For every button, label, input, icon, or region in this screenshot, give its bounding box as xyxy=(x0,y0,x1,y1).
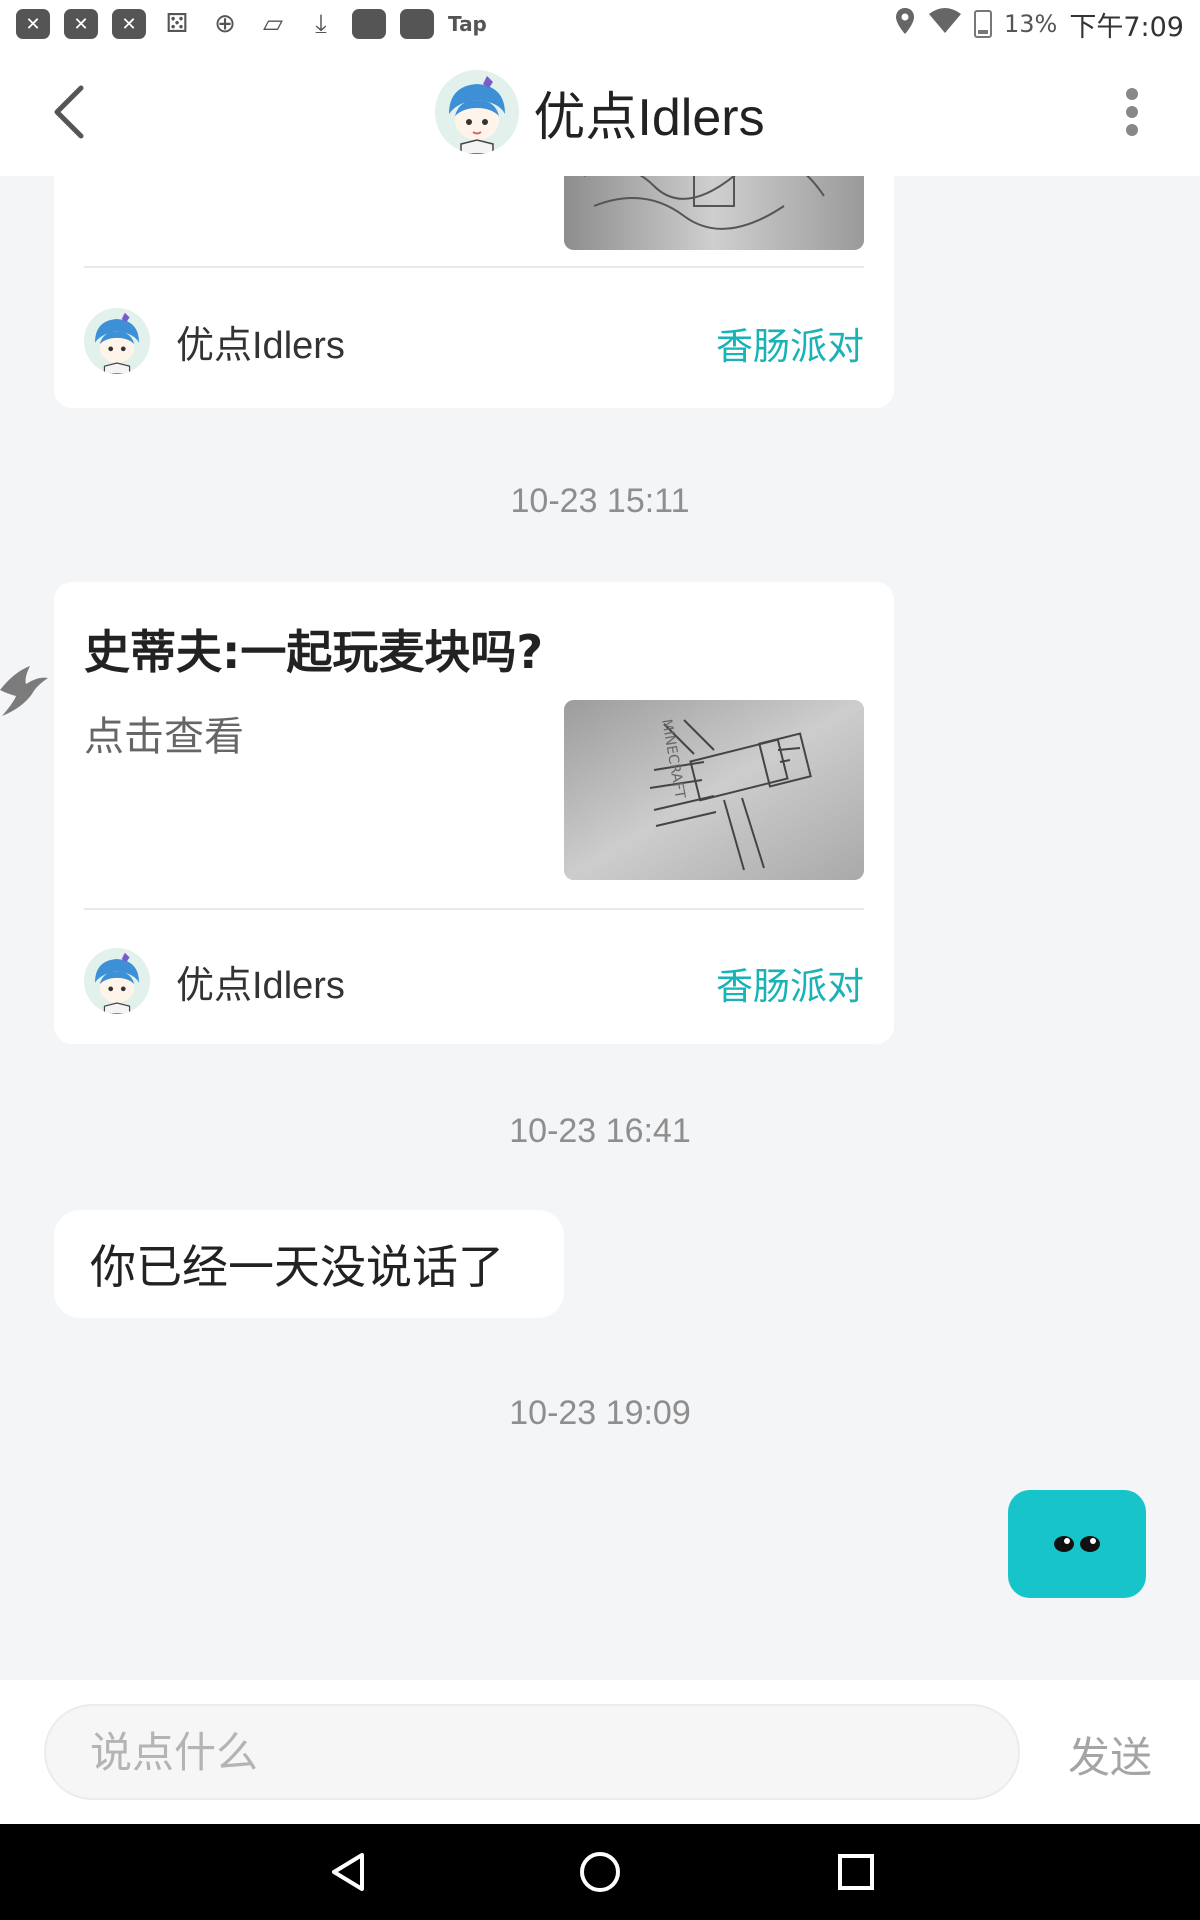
input-bar: 发送 xyxy=(0,1680,1200,1824)
author-avatar[interactable] xyxy=(84,308,150,374)
chat-title: 优点Idlers xyxy=(533,88,765,147)
tap-app-icon: Tap xyxy=(448,12,487,36)
location-icon xyxy=(894,7,916,41)
card-author: 优点Idlers xyxy=(84,948,345,1014)
author-name: 优点Idlers xyxy=(176,964,345,1007)
message-timestamp: 10-23 15:11 xyxy=(510,482,690,520)
download-icon: ⤓ xyxy=(315,8,327,39)
battery-percent: 13% xyxy=(1004,10,1058,38)
chevron-left-icon xyxy=(54,85,84,139)
app-notification-icon: ✕ xyxy=(112,9,146,39)
nav-back-button[interactable] xyxy=(318,1844,378,1900)
card-author: 优点Idlers xyxy=(84,308,345,374)
post-title: 史蒂夫:一起玩麦块吗? xyxy=(84,625,544,679)
system-nav-bar xyxy=(0,1824,1200,1920)
back-button[interactable] xyxy=(38,80,98,144)
clock: 下午7:09 xyxy=(1069,11,1184,43)
group-link[interactable]: 香肠派对 xyxy=(716,956,864,1010)
message-list[interactable]: 优点Idlers 香肠派对 10-23 15:11 史蒂夫:一起玩麦块吗? 点击… xyxy=(0,176,1200,1680)
more-vertical-icon xyxy=(1126,88,1138,136)
floating-eyes-button[interactable] xyxy=(1008,1490,1146,1598)
chat-header: 优点Idlers xyxy=(0,48,1200,176)
message-timestamp: 10-23 16:41 xyxy=(509,1112,691,1150)
shared-post-card[interactable]: 优点Idlers 香肠派对 xyxy=(54,176,894,408)
app-notification-icon xyxy=(352,9,386,39)
triangle-back-icon xyxy=(332,1853,364,1891)
plus-circle-icon: ⊕ xyxy=(214,9,236,39)
app-notification-icon: ✕ xyxy=(64,9,98,39)
avatar[interactable] xyxy=(435,70,520,154)
status-bar: ✕ ✕ ✕ ⚄ ⊕ ▱ ⤓ Tap 13% 下午7:09 xyxy=(0,0,1200,48)
battery-icon xyxy=(974,10,993,38)
more-options-button[interactable] xyxy=(1102,80,1162,144)
card-divider xyxy=(84,908,864,910)
group-link[interactable]: 香肠派对 xyxy=(716,316,864,370)
post-thumbnail: MINECRAFT xyxy=(564,700,864,880)
circle-home-icon xyxy=(580,1852,620,1892)
dice-icon: ⚄ xyxy=(165,9,189,39)
message-input[interactable] xyxy=(44,1704,1020,1800)
square-recents-icon xyxy=(838,1854,874,1890)
card-divider xyxy=(84,266,864,268)
author-name: 优点Idlers xyxy=(176,324,345,367)
send-button[interactable]: 发送 xyxy=(1068,1724,1152,1785)
post-thumbnail xyxy=(564,176,864,250)
author-avatar[interactable] xyxy=(84,948,150,1014)
nav-home-button[interactable] xyxy=(570,1844,630,1900)
message-timestamp: 10-23 19:09 xyxy=(509,1394,691,1432)
app-notification-icon: ✕ xyxy=(16,9,50,39)
eyes-icon xyxy=(1054,1536,1100,1552)
wifi-icon xyxy=(928,8,962,40)
swallow-icon xyxy=(0,662,50,722)
post-subtitle: 点击查看 xyxy=(84,714,244,760)
notification-icons: ✕ ✕ ✕ ⚄ ⊕ ▱ ⤓ Tap xyxy=(16,9,487,39)
app-notification-icon xyxy=(400,9,434,39)
clipboard-icon: ▱ xyxy=(263,9,283,39)
chat-bubble[interactable]: 你已经一天没说话了 xyxy=(54,1210,564,1318)
nav-recents-button[interactable] xyxy=(826,1844,886,1900)
shared-post-card[interactable]: 史蒂夫:一起玩麦块吗? 点击查看 MINECRAFT 优点Idlers 香肠派对 xyxy=(54,582,894,1044)
